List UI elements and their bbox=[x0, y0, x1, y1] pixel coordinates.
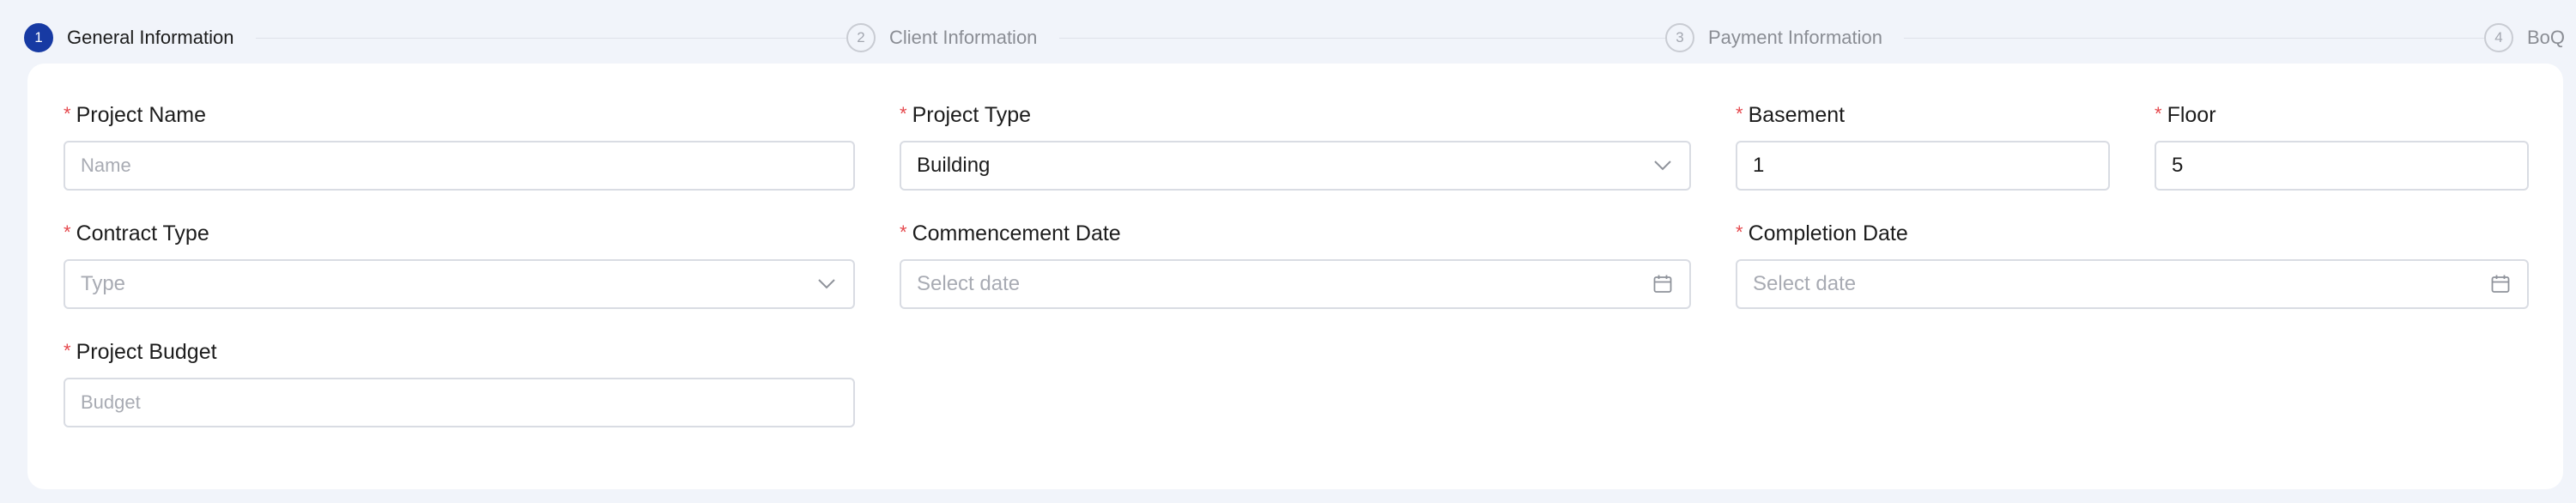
general-information-form: * Project Name Name * Project Type Buildin… bbox=[27, 64, 2563, 489]
commencement-date-field: * Commencement Date Select date bbox=[900, 221, 1691, 311]
step-label-general-information: General Information bbox=[67, 27, 234, 48]
floor-field: * Floor 5 bbox=[2155, 103, 2529, 192]
chevron-down-icon bbox=[815, 273, 838, 295]
required-marker: * bbox=[900, 221, 907, 243]
floor-input[interactable]: 5 bbox=[2155, 141, 2529, 191]
project-name-placeholder: Name bbox=[81, 155, 131, 176]
completion-date-picker[interactable]: Select date bbox=[1736, 259, 2529, 309]
calendar-icon[interactable] bbox=[1652, 273, 1674, 295]
step-number-1: 1 bbox=[24, 23, 53, 52]
required-marker: * bbox=[64, 340, 71, 361]
completion-date-field: * Completion Date Select date bbox=[1736, 221, 2529, 311]
step-connector bbox=[1059, 38, 1665, 39]
step-number-2: 2 bbox=[846, 23, 876, 52]
contract-type-select[interactable]: Type bbox=[64, 259, 855, 309]
step-payment-information[interactable]: 3 Payment Information bbox=[1665, 21, 1882, 55]
floor-value: 5 bbox=[2172, 154, 2184, 177]
project-budget-field: * Project Budget Budget bbox=[64, 340, 855, 429]
completion-date-placeholder: Select date bbox=[1753, 272, 1857, 295]
project-name-label: * Project Name bbox=[64, 103, 207, 127]
contract-type-field: * Contract Type Type bbox=[64, 221, 855, 311]
basement-value: 1 bbox=[1753, 154, 1765, 177]
project-name-field: * Project Name Name bbox=[64, 103, 855, 192]
required-marker: * bbox=[900, 103, 907, 124]
step-connector bbox=[1904, 38, 2484, 39]
required-marker: * bbox=[64, 103, 71, 124]
chevron-down-icon bbox=[1652, 155, 1674, 177]
contract-type-placeholder: Type bbox=[81, 272, 126, 295]
required-marker: * bbox=[1736, 103, 1743, 124]
step-boq[interactable]: 4 BoQ bbox=[2484, 21, 2565, 55]
step-label-client-information: Client Information bbox=[889, 27, 1038, 48]
step-number-3: 3 bbox=[1665, 23, 1694, 52]
contract-type-label: * Contract Type bbox=[64, 221, 209, 245]
basement-label: * Basement bbox=[1736, 103, 1846, 127]
floor-label: * Floor bbox=[2155, 103, 2216, 127]
step-general-information[interactable]: 1 General Information bbox=[24, 21, 233, 55]
step-label-payment-information: Payment Information bbox=[1708, 27, 1882, 48]
required-marker: * bbox=[2155, 103, 2162, 124]
step-client-information[interactable]: 2 Client Information bbox=[846, 21, 1037, 55]
project-type-field: * Project Type Building bbox=[900, 103, 1691, 192]
required-marker: * bbox=[1736, 221, 1743, 243]
project-name-input[interactable]: Name bbox=[64, 141, 855, 191]
project-type-select[interactable]: Building bbox=[900, 141, 1691, 191]
required-marker: * bbox=[64, 221, 71, 243]
step-label-boq: BoQ bbox=[2527, 27, 2566, 48]
basement-field: * Basement 1 bbox=[1736, 103, 2110, 192]
step-number-4: 4 bbox=[2484, 23, 2513, 52]
project-type-label: * Project Type bbox=[900, 103, 1032, 127]
commencement-date-label: * Commencement Date bbox=[900, 221, 1121, 245]
commencement-date-picker[interactable]: Select date bbox=[900, 259, 1691, 309]
completion-date-label: * Completion Date bbox=[1736, 221, 1908, 245]
calendar-icon[interactable] bbox=[2489, 273, 2512, 295]
basement-input[interactable]: 1 bbox=[1736, 141, 2110, 191]
step-connector bbox=[256, 38, 846, 39]
project-type-value: Building bbox=[917, 154, 991, 177]
project-budget-input[interactable]: Budget bbox=[64, 378, 855, 427]
steps-bar: 1 General Information 2 Client Informati… bbox=[24, 21, 2576, 55]
commencement-date-placeholder: Select date bbox=[917, 272, 1021, 295]
project-budget-placeholder: Budget bbox=[81, 391, 141, 413]
project-budget-label: * Project Budget bbox=[64, 340, 217, 364]
